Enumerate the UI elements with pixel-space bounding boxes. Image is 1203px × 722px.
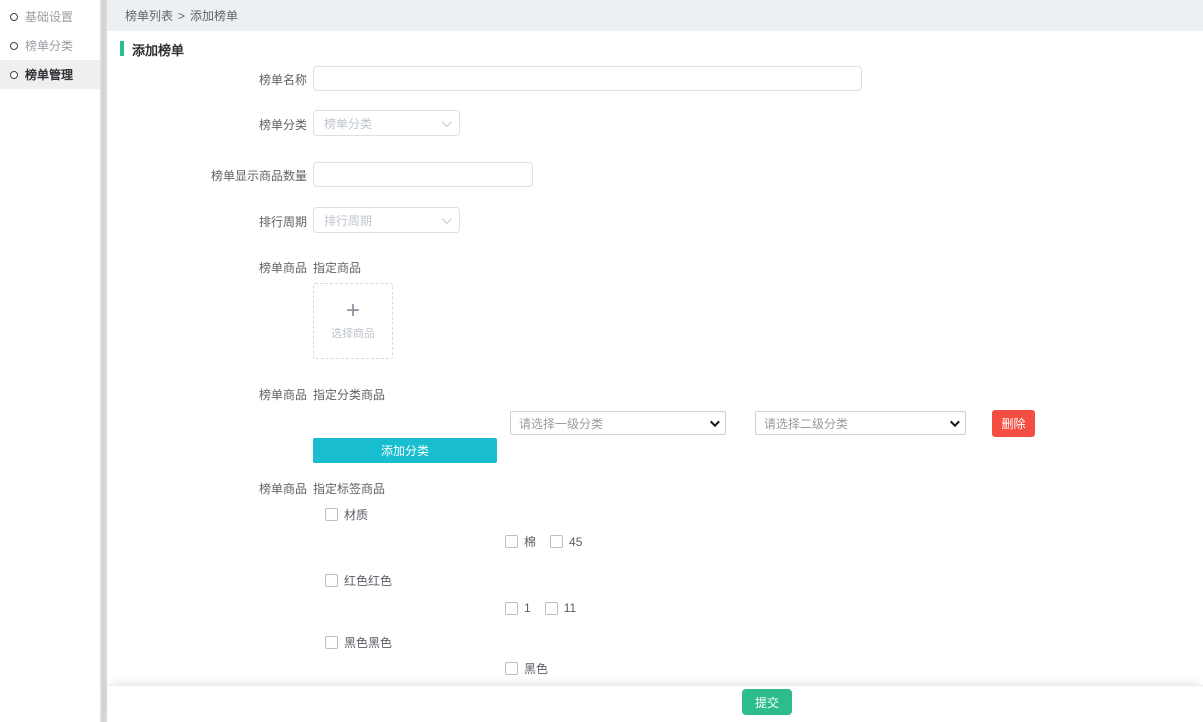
label-ranking-category: 榜单分类 [117,116,307,133]
select-placeholder: 排行周期 [324,212,438,229]
sidebar-item-ranking-management[interactable]: 榜单管理 [0,60,100,89]
tag-group-row: 材质 [325,506,368,523]
checkbox-label: 材质 [344,506,368,523]
footer-bar [107,685,1203,722]
checkbox[interactable] [505,535,518,548]
tag-group-red: 红色红色 [325,572,392,589]
label-ranking-period: 排行周期 [117,213,307,230]
plus-icon: + [346,301,360,321]
submit-button[interactable]: 提交 [742,689,792,715]
checkbox[interactable] [325,574,338,587]
tag-group-black: 黑色黑色 [325,634,392,651]
ranking-period-select[interactable]: 排行周期 [313,207,460,233]
checkbox-label: 11 [564,601,576,615]
checkbox-label: 黑色黑色 [344,634,392,651]
checkbox[interactable] [545,602,558,615]
breadcrumb-separator: > [178,9,185,23]
select-placeholder: 请选择二级分类 [764,415,944,432]
checkbox-label: 黑色 [524,660,548,677]
checkbox-label: 45 [569,535,582,549]
display-count-input[interactable] [313,162,533,187]
sublabel-category-products: 指定分类商品 [313,386,385,403]
select-products-picker[interactable]: + 选择商品 [313,283,393,359]
page-title: 添加榜单 [132,40,184,59]
sidebar-scrollbar[interactable] [100,0,107,722]
checkbox-label: 1 [524,601,531,615]
tag-group-row: 黑色黑色 [325,634,392,651]
checkbox-label: 红色红色 [344,572,392,589]
sidebar: 基础设置 榜单分类 榜单管理 [0,0,100,722]
picker-label: 选择商品 [331,325,375,341]
select-placeholder: 请选择一级分类 [519,415,704,432]
breadcrumb-current: 添加榜单 [190,7,238,24]
ranking-category-select[interactable]: 榜单分类 [313,110,460,136]
checkbox-label: 棉 [524,533,536,550]
label-ranking-name: 榜单名称 [117,71,307,88]
sidebar-item-ranking-category[interactable]: 榜单分类 [0,31,100,60]
checkbox[interactable] [325,636,338,649]
sidebar-item-label: 榜单分类 [25,37,73,54]
label-ranking-products-2: 榜单商品 [117,386,307,403]
sublabel-tag-products: 指定标签商品 [313,480,385,497]
sublabel-specified-products: 指定商品 [313,259,361,276]
tag-group-material: 材质 [325,506,368,523]
sidebar-item-label: 基础设置 [25,8,73,25]
chevron-down-icon [442,214,452,224]
add-category-button[interactable]: 添加分类 [313,438,497,463]
sidebar-item-label: 榜单管理 [25,66,73,83]
tag-45: 45 [550,535,582,549]
circle-icon [10,42,18,50]
breadcrumb: 榜单列表 > 添加榜单 [107,0,1203,31]
checkbox[interactable] [550,535,563,548]
level2-category-select[interactable]: 请选择二级分类 [755,411,966,435]
tag-row: 1 11 [505,601,576,615]
tag-black: 黑色 [505,660,548,677]
tag-row: 黑色 [505,660,548,677]
chevron-down-icon [950,417,960,427]
label-display-count: 榜单显示商品数量 [117,167,307,184]
level1-category-select[interactable]: 请选择一级分类 [510,411,726,435]
circle-icon [10,71,18,79]
delete-button[interactable]: 删除 [992,410,1035,437]
chevron-down-icon [710,417,720,427]
tag-row: 棉 45 [505,533,582,550]
tag-group-row: 红色红色 [325,572,392,589]
checkbox[interactable] [505,602,518,615]
label-ranking-products-3: 榜单商品 [117,480,307,497]
label-ranking-products-1: 榜单商品 [117,259,307,276]
circle-icon [10,13,18,21]
chevron-down-icon [442,117,452,127]
page: 基础设置 榜单分类 榜单管理 榜单列表 > 添加榜单 添加榜单 榜单名称 榜单分… [0,0,1203,722]
select-placeholder: 榜单分类 [324,115,438,132]
sidebar-item-basic-settings[interactable]: 基础设置 [0,2,100,31]
checkbox[interactable] [505,662,518,675]
section-accent-bar [120,41,124,56]
checkbox[interactable] [325,508,338,521]
tag-cotton: 棉 [505,533,536,550]
tag-1: 1 [505,601,531,615]
tag-11: 11 [545,601,576,615]
ranking-name-input[interactable] [313,66,862,91]
breadcrumb-ranking-list[interactable]: 榜单列表 [125,7,173,24]
